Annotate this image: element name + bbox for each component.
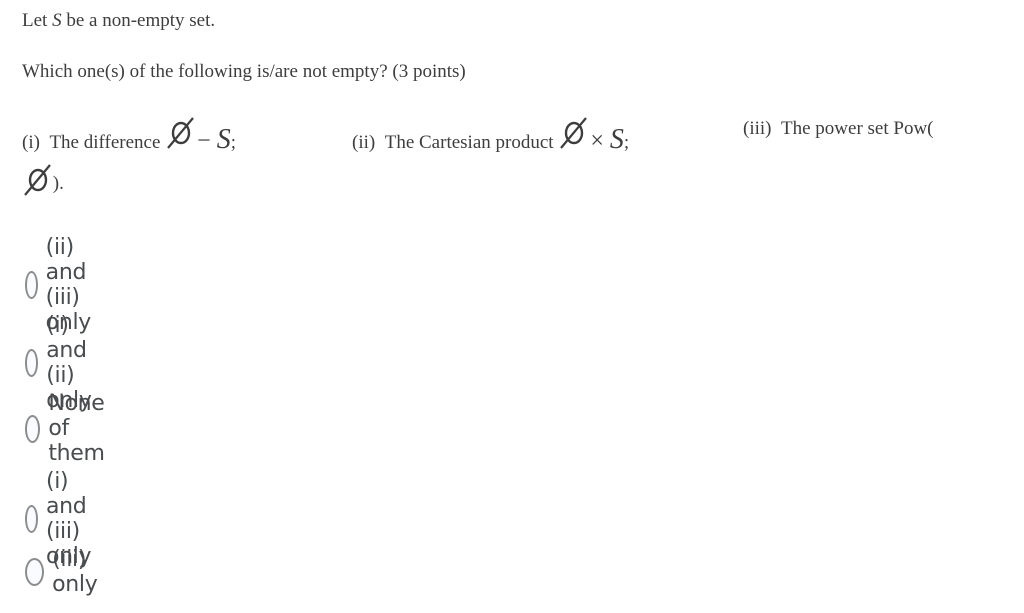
option-none[interactable]: None of them (25, 391, 117, 466)
empty-set-icon (22, 164, 51, 196)
item-text: The power set Pow( (781, 118, 934, 139)
intro-prefix: Let (22, 10, 53, 31)
question-prompt: Which one(s) of the following is/are not… (22, 61, 466, 82)
option-iii-only[interactable]: (iii) only (25, 547, 106, 597)
times-operator: × (590, 128, 604, 154)
item-end: ; (230, 132, 236, 153)
radio-button[interactable] (25, 271, 38, 299)
item-label: (ii) (352, 132, 376, 153)
item-text: The Cartesian product (384, 132, 554, 153)
item-difference: (i) The difference − S; (22, 117, 236, 156)
radio-button[interactable] (25, 558, 45, 586)
option-label: (iii) only (52, 547, 98, 597)
item-power-set: (iii) The power set Pow( (743, 118, 934, 140)
empty-set-icon (165, 117, 194, 149)
radio-button[interactable] (25, 414, 41, 443)
minus-operator: − (197, 128, 211, 154)
item-text: The difference (49, 132, 161, 153)
set-var: S (216, 124, 231, 155)
radio-button[interactable] (25, 505, 38, 533)
item-power-set-continued: ). (22, 164, 64, 196)
intro-suffix: be a non-empty set. (61, 10, 216, 31)
item-label: (iii) (743, 118, 772, 139)
item-end: ). (52, 173, 64, 194)
item-label: (i) (22, 132, 40, 153)
radio-button[interactable] (25, 349, 39, 377)
empty-set-icon (558, 117, 588, 149)
intro-var: S (52, 10, 62, 31)
intro-text: Let S be a non-empty set. (22, 10, 215, 32)
set-var: S (609, 124, 624, 155)
option-label: None of them (48, 391, 105, 466)
item-end: ; (623, 132, 630, 153)
item-cartesian: (ii) The Cartesian product × S; (352, 117, 630, 156)
